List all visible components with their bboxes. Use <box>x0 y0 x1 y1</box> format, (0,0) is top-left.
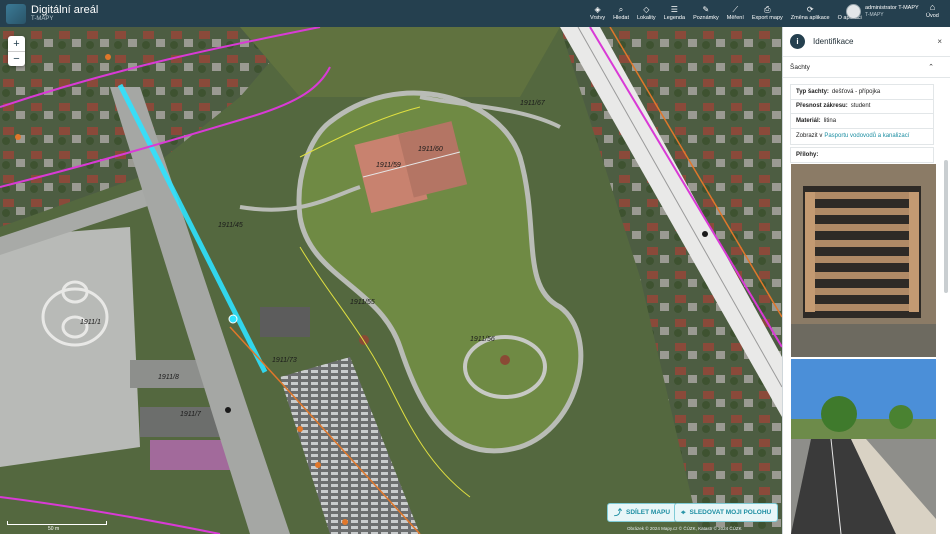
close-icon[interactable]: × <box>937 37 942 46</box>
tool-pencil[interactable]: ✎ Poznámky <box>689 0 723 27</box>
attachments-row: Přílohy: <box>791 148 933 163</box>
attribute-row: Zobrazit v Pasportu vodovodů a kanalizac… <box>791 129 933 144</box>
parcel-label: 1911/73 <box>272 357 297 364</box>
tool-label: Lokality <box>636 15 656 21</box>
user-menu[interactable]: administrator T-MAPY T-MAPY <box>846 4 919 19</box>
home-label: Úvod <box>926 13 939 19</box>
tool-label: Poznámky <box>693 15 719 21</box>
crosshair-icon: ⌖ <box>681 507 686 517</box>
street-photo <box>791 359 936 534</box>
section-header-shafts[interactable]: Šachty ⌃ <box>783 58 950 78</box>
parcel-label: 1911/67 <box>520 100 546 107</box>
attribute-value: dešťová - přípojka <box>831 88 881 95</box>
user-name: administrator T-MAPY <box>865 5 919 11</box>
section-title: Šachty <box>790 64 810 71</box>
chevron-up-icon: ⌃ <box>928 64 934 71</box>
user-role: T-MAPY <box>865 12 884 18</box>
map-attribution: Obrázek © 2024 Mapy.cz © ČÚZK, Katastr ©… <box>627 526 742 531</box>
attribute-table: Typ šachty: dešťová - přípojka Přesnost … <box>790 84 934 145</box>
track-location-button[interactable]: ⌖ SLEDOVAT MOJI POLOHU <box>674 503 779 522</box>
attribute-row: Typ šachty: dešťová - přípojka <box>791 85 933 100</box>
attribute-value: litina <box>823 117 837 124</box>
avatar <box>846 4 861 19</box>
legend-icon: ☰ <box>670 5 678 14</box>
parcel-label: 1911/7 <box>180 411 202 418</box>
app-subtitle: T-MAPY <box>31 16 54 22</box>
attribute-row: Přesnost zákresu: student <box>791 100 933 114</box>
scale-bar <box>7 521 107 525</box>
zoom-in-button[interactable]: + <box>8 36 25 51</box>
tool-layers[interactable]: ◈ Vrstvy <box>586 0 609 27</box>
ruler-icon: ⟋ <box>732 5 739 14</box>
tool-print[interactable]: ⎙ Export mapy <box>748 0 787 27</box>
pencil-icon: ✎ <box>702 5 710 14</box>
home-button[interactable]: ⌂ Úvod <box>926 2 939 19</box>
passport-link[interactable]: Pasportu vodovodů a kanalizací <box>824 133 909 139</box>
tool-label: Export mapy <box>751 15 783 21</box>
attachment-photo-street[interactable] <box>791 359 936 534</box>
tool-ruler[interactable]: ⟋ Měření <box>723 0 748 27</box>
search-icon: ⌕ <box>618 5 624 14</box>
home-icon: ⌂ <box>929 2 936 12</box>
tool-label: Změna aplikace <box>790 15 830 21</box>
track-location-label: SLEDOVAT MOJI POLOHU <box>689 509 772 516</box>
tool-location[interactable]: ◇ Lokality <box>633 0 660 27</box>
attachments-label: Přílohy: <box>796 151 819 158</box>
print-icon: ⎙ <box>764 5 771 14</box>
zoom-control: + − <box>8 36 25 66</box>
attribute-key: Přesnost zákresu: <box>796 103 848 110</box>
scale-label: 50 m <box>48 526 60 532</box>
tool-refresh[interactable]: ⟳ Změna aplikace <box>787 0 834 27</box>
tool-label: Legenda <box>663 15 686 21</box>
layers-icon: ◈ <box>594 5 601 14</box>
parcel-label: 1911/8 <box>158 374 179 381</box>
identification-panel: i Identifikace × Šachty ⌃ Typ šachty: de… <box>782 27 950 534</box>
tool-label: Vrstvy <box>590 15 606 21</box>
attribute-key: Materiál: <box>796 117 821 124</box>
attribute-key: Typ šachty: <box>796 88 829 95</box>
map-canvas[interactable]: 1911/60 1911/59 1911/56 1911/45 1911/1 1… <box>0 27 782 534</box>
parcel-label: 1911/59 <box>376 162 401 169</box>
share-map-label: SDÍLET MAPU <box>626 509 671 516</box>
parcel-label: 1911/55 <box>350 299 375 306</box>
attribute-value: student <box>850 103 871 110</box>
refresh-icon: ⟳ <box>806 5 814 14</box>
grate-photo <box>791 164 936 357</box>
app-header: Digitální areál T-MAPY ◈ Vrstvy ⌕ Hledat ◇ Lo… <box>0 0 950 27</box>
parcel-label: 1911/56 <box>470 336 495 343</box>
tool-search[interactable]: ⌕ Hledat <box>609 0 633 27</box>
link-prefix: Zobrazit v <box>796 133 823 139</box>
parcel-label: 1911/1 <box>80 319 101 326</box>
tool-legend[interactable]: ☰ Legenda <box>660 0 689 27</box>
parcel-label: 1911/60 <box>418 146 443 153</box>
panel-header: i Identifikace × <box>783 27 950 57</box>
app-logo <box>6 3 26 24</box>
share-map-button[interactable]: ⤴ SDÍLET MAPU <box>607 503 678 522</box>
zoom-out-button[interactable]: − <box>8 51 25 66</box>
attribute-row: Materiál: litina <box>791 114 933 129</box>
share-icon: ⤴ <box>614 508 622 517</box>
app-brand: Digitální areál T-MAPY <box>31 4 98 23</box>
toolbar: ◈ Vrstvy ⌕ Hledat ◇ Lokality ☰ Legenda ✎ Poznámky… <box>586 0 866 27</box>
app-title: Digitální areál <box>31 4 99 16</box>
tool-label: Hledat <box>613 15 629 21</box>
parcel-label: 1911/45 <box>218 222 243 229</box>
attachment-photo-grate[interactable] <box>791 164 936 357</box>
attachments-box: Přílohy: <box>790 146 934 163</box>
aerial-map: 1911/60 1911/59 1911/56 1911/45 1911/1 1… <box>0 27 782 534</box>
info-icon: i <box>790 34 805 49</box>
panel-scrollbar[interactable] <box>944 160 948 293</box>
location-icon: ◇ <box>643 5 650 14</box>
panel-title: Identifikace <box>813 37 854 46</box>
tool-label: Měření <box>726 15 744 21</box>
